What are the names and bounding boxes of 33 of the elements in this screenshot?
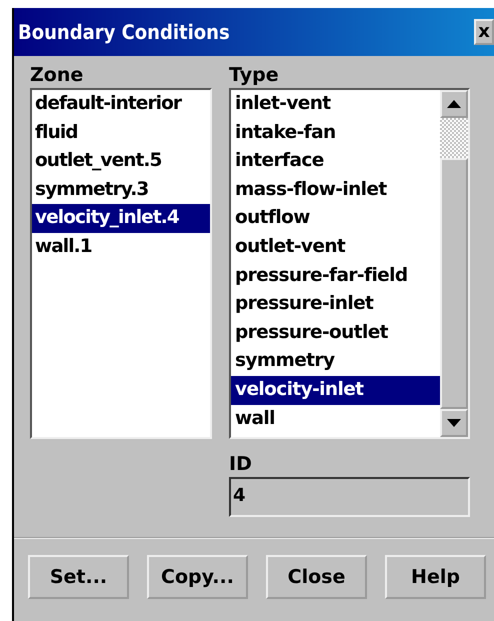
type-label: Type bbox=[229, 63, 280, 88]
type-item[interactable]: outlet-vent bbox=[231, 232, 440, 262]
dialog-button[interactable]: Set... bbox=[28, 555, 129, 599]
zone-item[interactable]: fluid bbox=[32, 118, 210, 148]
title-bar-x-button[interactable]: x bbox=[474, 19, 494, 45]
zone-item[interactable]: velocity_inlet.4 bbox=[32, 204, 210, 233]
window-title: Boundary Conditions bbox=[18, 20, 230, 44]
type-item[interactable]: inlet-vent bbox=[231, 90, 440, 119]
type-item[interactable]: pressure-far-field bbox=[231, 262, 440, 290]
id-field[interactable]: 4 bbox=[229, 477, 470, 517]
zone-item[interactable]: default-interior bbox=[32, 90, 210, 119]
type-item[interactable]: wall bbox=[231, 404, 440, 434]
type-item[interactable]: outflow bbox=[231, 204, 440, 233]
dialog-button[interactable]: Copy... bbox=[147, 555, 248, 599]
scroll-up-button[interactable] bbox=[440, 90, 468, 118]
zone-item[interactable]: symmetry.3 bbox=[32, 176, 210, 204]
down-arrow-icon bbox=[447, 419, 461, 427]
zone-item[interactable]: outlet_vent.5 bbox=[32, 147, 210, 176]
id-label: ID bbox=[229, 452, 253, 477]
zone-item[interactable]: wall.1 bbox=[32, 232, 210, 262]
type-item[interactable]: mass-flow-inlet bbox=[231, 176, 440, 204]
scroll-down-button[interactable] bbox=[440, 409, 468, 437]
type-item[interactable]: velocity-inlet bbox=[231, 376, 440, 405]
type-item[interactable]: intake-fan bbox=[231, 118, 440, 148]
type-item[interactable]: interface bbox=[231, 147, 440, 176]
up-arrow-icon bbox=[447, 100, 461, 108]
dialog-button[interactable]: Close bbox=[266, 555, 367, 599]
zone-label: Zone bbox=[30, 63, 84, 88]
scroll-thumb[interactable] bbox=[440, 158, 468, 409]
type-item[interactable]: symmetry bbox=[231, 347, 440, 376]
type-item[interactable]: pressure-inlet bbox=[231, 290, 440, 319]
type-item[interactable]: pressure-outlet bbox=[231, 318, 440, 348]
dialog-button[interactable]: Help bbox=[385, 555, 486, 599]
